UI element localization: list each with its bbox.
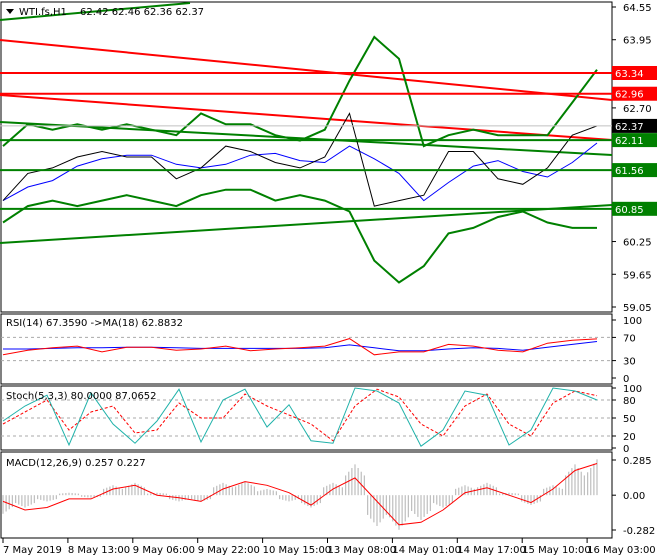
price-axis-tick-label: 60.25 xyxy=(623,238,652,249)
level-label: 60.85 xyxy=(615,205,644,216)
macd-signal-line xyxy=(2,463,598,526)
symbol-label: WTI.fs,H1 xyxy=(19,7,67,18)
rsi-axis-tick-label: 30 xyxy=(623,357,636,368)
price-axis-tick-label: 59.05 xyxy=(623,303,652,314)
trend-line-resistance xyxy=(0,39,613,101)
price-axis-tick-label: 63.95 xyxy=(623,36,652,47)
stoch-axis-tick-label: 50 xyxy=(623,414,636,425)
macd-axis-tick-label: 0.00 xyxy=(623,491,645,502)
time-label: 9 May 22:00 xyxy=(198,545,260,556)
level-label: 62.11 xyxy=(615,136,644,147)
time-label: 7 May 2019 xyxy=(3,545,62,556)
time-label: 13 May 08:00 xyxy=(328,545,397,556)
bollinger-upper xyxy=(2,35,598,148)
level-label: 63.34 xyxy=(615,69,644,80)
macd-title: MACD(12,26,9) 0.257 0.227 xyxy=(6,458,146,469)
price-axis-tick-label: 62.70 xyxy=(623,104,652,115)
rsi-axis-tick-label: 70 xyxy=(623,333,636,344)
trend-line-support xyxy=(0,204,613,244)
ohlc-values: 62.42 62.46 62.36 62.37 xyxy=(80,7,204,18)
price-axis-tick-label: 59.65 xyxy=(623,270,652,281)
stoch-title: Stoch(5,3,3) 80.0000 87.0652 xyxy=(6,391,157,402)
level-label: 62.96 xyxy=(615,90,644,101)
chart-window: 64.55 63.95 62.70 60.25 59.65 59.05 63.34 62.96… xyxy=(0,0,660,560)
stoch-axis-tick-label: 20 xyxy=(623,432,636,443)
time-label: 8 May 13:00 xyxy=(68,545,130,556)
time-label: 16 May 03:00 xyxy=(587,545,656,556)
stoch-axis-tick-label: 100 xyxy=(623,384,642,395)
chart-canvas: 64.55 63.95 62.70 60.25 59.65 59.05 63.34 62.96… xyxy=(0,1,657,556)
price-panel[interactable]: 64.55 63.95 62.70 60.25 59.65 59.05 63.34 62.96… xyxy=(0,2,657,314)
moving-average xyxy=(2,142,598,202)
time-label: 9 May 06:00 xyxy=(133,545,195,556)
time-label: 14 May 01:00 xyxy=(392,545,461,556)
rsi-axis-tick-label: 100 xyxy=(623,316,642,327)
time-axis: 7 May 2019 8 May 13:00 9 May 06:00 9 May 22… xyxy=(2,538,656,556)
price-axis-tick-label: 64.55 xyxy=(623,3,652,14)
level-label: 61.56 xyxy=(615,166,644,177)
time-label: 10 May 15:00 xyxy=(263,545,332,556)
time-label: 15 May 10:00 xyxy=(522,545,591,556)
bollinger-lower xyxy=(2,188,597,284)
time-label: 14 May 17:00 xyxy=(457,545,526,556)
macd-axis-tick-label: -0.282 xyxy=(623,526,655,537)
rsi-title: RSI(14) 67.3590 ->MA(18) 62.8832 xyxy=(6,318,183,329)
trend-line-resistance xyxy=(0,94,613,141)
stoch-axis-tick-label: 80 xyxy=(623,396,636,407)
dropdown-triangle-icon[interactable] xyxy=(6,9,14,14)
rsi-line xyxy=(2,338,598,356)
stoch-axis-tick-label: 0 xyxy=(623,444,629,455)
current-price-label: 62.37 xyxy=(615,122,644,133)
macd-axis-tick-label: 0.285 xyxy=(623,456,652,467)
